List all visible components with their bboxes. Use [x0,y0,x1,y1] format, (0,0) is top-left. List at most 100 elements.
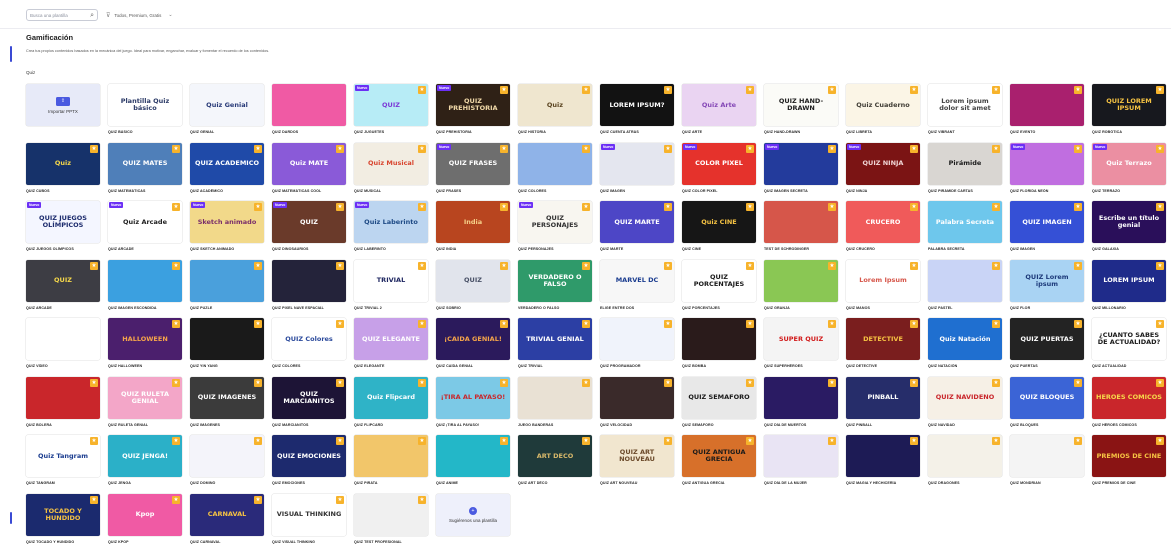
template-thumbnail[interactable]: ★ [764,259,838,302]
template-name[interactable]: QUIZ ART NOUVEAU [600,481,674,485]
template-thumbnail[interactable]: ★ [518,376,592,419]
template-name[interactable]: QUIZ TEST PROFESIONAL [354,540,428,544]
template-card[interactable]: Quiz ★ QUIZ CUBOS [26,142,100,200]
template-name[interactable]: TEST DE SCHRÖDINGER [764,247,838,251]
template-name[interactable]: QUIZ HALLOWEEN [108,364,182,368]
template-card[interactable]: Quiz CINE ★ QUIZ CINE [682,201,756,258]
template-card[interactable]: Quiz Genial QUIZ GENIAL [190,84,264,141]
template-card[interactable]: QUIZ ★ QUIZ ARCADE [26,259,100,317]
template-name[interactable]: QUIZ SUPERHÉROES [764,364,838,368]
template-name[interactable]: QUIZ EMOCIONES [272,481,346,485]
template-name[interactable]: QUIZ ACADÉMICO [190,189,264,193]
template-name[interactable]: QUIZ ARCADE [26,306,100,310]
template-card[interactable]: Quiz Flipcard ★ QUIZ FLIPCARD [354,376,428,434]
template-card[interactable]: ★ QUIZ DOMINÓ [190,435,264,492]
template-name[interactable]: QUIZ SKETCH ANIMADO [190,247,264,251]
template-thumbnail[interactable]: QUIZ ACADÉMICO ★ [190,142,264,185]
template-name[interactable]: QUIZ DINOSAURIOS [272,247,346,251]
template-card[interactable]: ★ QUIZ PASTEL [928,259,1002,317]
template-thumbnail[interactable]: QUIZ EMOCIONES ★ [272,435,346,477]
template-thumbnail[interactable]: ★ [1010,435,1084,477]
template-thumbnail[interactable]: ★ [764,201,838,243]
template-card[interactable]: Nuevo ★ QUIZ IMAGEN SECRETA [764,142,838,200]
template-thumbnail[interactable]: SUPER QUIZ ★ [764,318,838,360]
template-name[interactable]: QUIZ PORCENTAJES [682,306,756,310]
template-name[interactable]: QUIZ PUZLE [190,306,264,310]
template-thumbnail[interactable]: CARNAVAL ★ [190,493,264,536]
template-card[interactable]: Nuevo ★ QUIZ FLORIDA NEÓN [1010,142,1084,200]
template-card[interactable]: Quiz Cuaderno ★ QUIZ LIBRETA [846,84,920,141]
template-thumbnail[interactable]: QUIZ PORCENTAJES ★ [682,259,756,302]
template-card[interactable]: QUIZ Nuevo ★ QUIZ DINOSAURIOS [272,201,346,258]
template-name[interactable]: QUIZ DÍA DE LA MUJER [764,481,838,485]
template-card[interactable]: QUIZ IMAGEN ★ QUIZ IMAGEN [1010,201,1084,258]
template-card[interactable]: QUIZ ANTIGUA GRECIA ★ QUIZ ANTIGUA GRECIA [682,435,756,492]
template-card[interactable]: India ★ QUIZ INDIA [436,201,510,258]
template-thumbnail[interactable]: Quiz CINE ★ [682,201,756,243]
template-card[interactable]: ★ TEST DE SCHRÖDINGER [764,201,838,258]
template-name[interactable]: QUIZ ANIME [436,481,510,485]
template-thumbnail[interactable]: ★ [682,318,756,360]
template-thumbnail[interactable]: TRIVIAL ★ [354,259,428,302]
template-thumbnail[interactable]: Plantilla Quiz básico [108,84,182,126]
template-card[interactable]: ★ QUIZ IMAGEN ESCONDIDA [108,259,182,317]
template-card[interactable]: QUIZ MARTE ★ QUIZ MARTE [600,201,674,258]
template-thumbnail[interactable]: QUIZ IMAGEN ★ [1010,201,1084,243]
template-name[interactable]: QUIZ PASTEL [928,306,1002,310]
template-thumbnail[interactable]: Quiz MATE ★ [272,142,346,185]
template-card[interactable]: TRIVIAL ★ QUIZ TRIVIAL 2 [354,259,428,317]
template-thumbnail[interactable]: Lorem Ipsum ★ [846,259,920,302]
template-thumbnail[interactable]: QUIZ ★ [436,259,510,302]
template-name[interactable]: QUIZ FLOR [1010,306,1084,310]
template-name[interactable]: QUIZ TOCADO Y HUNDIDO [26,540,100,544]
template-card[interactable]: Quiz ★ QUIZ HISTORIA [518,84,592,141]
template-name[interactable]: QUIZ BOMBA [682,364,756,368]
template-thumbnail[interactable]: ★ [1010,84,1084,126]
template-thumbnail[interactable]: QUIZ NAVIDEÑO ★ [928,376,1002,419]
template-thumbnail[interactable]: ★ [272,259,346,302]
template-card[interactable]: QUIZ Colores ★ QUIZ COLORES [272,318,346,375]
template-thumbnail[interactable]: Nuevo ★ [600,142,674,185]
template-name[interactable]: QUIZ IMAGEN ESCONDIDA [108,306,182,310]
template-name[interactable]: QUIZ MARCIANITOS [272,423,346,427]
suggest-template-card[interactable]: + Sugiérenos una plantilla [436,493,510,551]
template-name[interactable]: QUIZ MAGIA Y HECHICERÍA [846,481,920,485]
template-card[interactable]: Escribe un título genial ★ QUIZ GALAXIA [1092,201,1166,258]
template-card[interactable]: Quiz Natación ★ QUIZ NATACIÓN [928,318,1002,375]
template-thumbnail[interactable]: ★ [108,259,182,302]
template-name[interactable]: QUIZ BÁSICO [108,130,182,134]
template-name[interactable]: QUIZ MATEMÁTICAS [108,189,182,193]
import-pptx-card[interactable]: ⇪ Importar PPTX [26,84,100,141]
template-name[interactable]: QUIZ PREHISTORIA [436,130,510,134]
template-card[interactable]: Lorem Ipsum ★ QUIZ MANOS [846,259,920,317]
template-thumbnail[interactable]: Pirámide ★ [928,142,1002,185]
template-thumbnail[interactable]: India ★ [436,201,510,243]
template-thumbnail[interactable]: QUIZ NINJA Nuevo ★ [846,142,920,185]
template-name[interactable]: QUIZ MATEMÁTICAS COOL [272,189,346,193]
template-card[interactable]: SUPER QUIZ ★ QUIZ SUPERHÉROES [764,318,838,375]
template-thumbnail[interactable]: Nuevo ★ [764,142,838,185]
template-name[interactable]: QUIZ DOMINÓ [190,481,264,485]
template-name[interactable]: QUIZ BLOQUES [1010,423,1084,427]
template-name[interactable]: QUIZ VIBRANT [928,130,1002,134]
template-name[interactable]: QUIZ PIRÁMIDE CARTAS [928,189,1002,193]
template-thumbnail[interactable]: ★ [436,435,510,477]
template-name[interactable]: QUIZ ¡TIRA AL PAYASO! [436,423,510,427]
template-card[interactable]: ★ QUIZ PUZLE [190,259,264,317]
template-thumbnail[interactable]: QUIZ BLOQUES ★ [1010,376,1084,419]
template-name[interactable]: QUIZ VELOCIDAD [600,423,674,427]
template-thumbnail[interactable]: ★ [928,435,1002,477]
template-thumbnail[interactable]: QUIZ PERSONAJES Nuevo ★ [518,201,592,243]
template-name[interactable]: QUIZ GALAXIA [1092,247,1166,251]
template-thumbnail[interactable]: MARVEL DC ★ [600,259,674,302]
template-card[interactable]: QUIZ PORCENTAJES ★ QUIZ PORCENTAJES [682,259,756,317]
template-name[interactable]: PALABRA SECRETA [928,247,1002,251]
template-card[interactable]: CRUCERO ★ QUIZ CRUCERO [846,201,920,258]
template-card[interactable]: QUIZ ★ QUIZ SOBRIO [436,259,510,317]
template-card[interactable]: QUIZ RULETA GENIAL ★ QUIZ RULETA GENIAL [108,376,182,434]
template-name[interactable]: QUIZ IMAGEN [600,189,674,193]
template-card[interactable]: VISUAL THINKING ★ QUIZ VISUAL THINKING [272,493,346,551]
template-card[interactable]: Quiz Musical ★ QUIZ MUSICAL [354,142,428,200]
template-card[interactable]: Quiz Tangram ★ QUIZ TANGRAM [26,435,100,492]
template-name[interactable]: ELIGE ENTRE DOS [600,306,674,310]
